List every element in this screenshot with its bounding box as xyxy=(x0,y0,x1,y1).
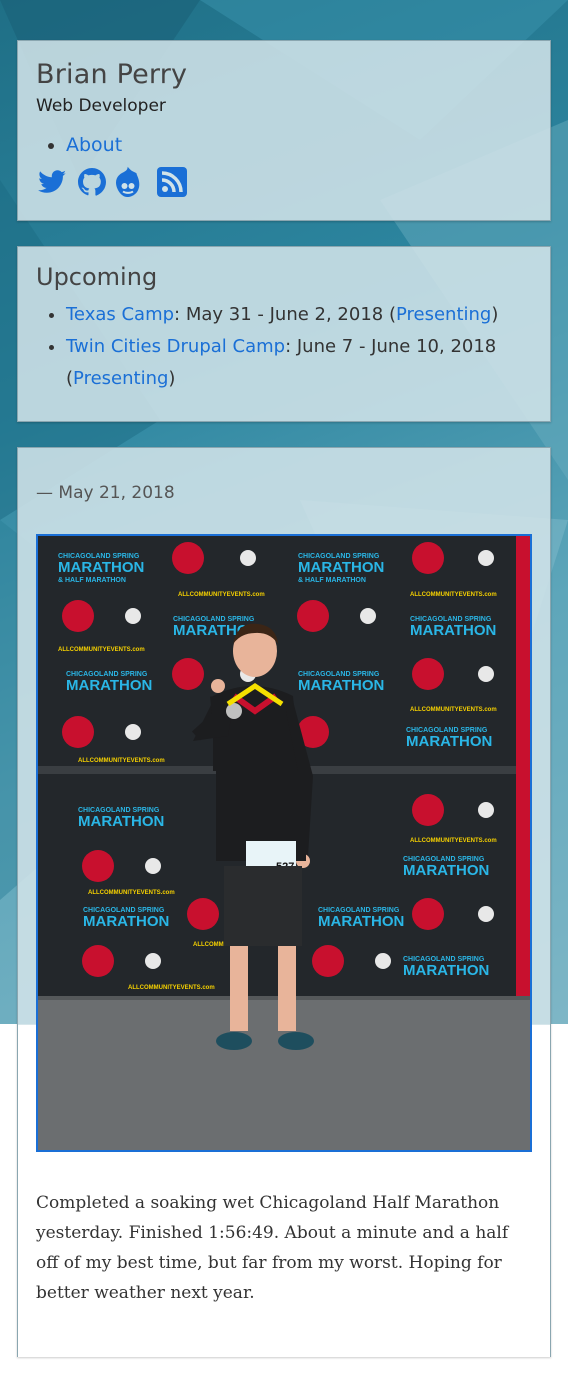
banner-text-line3: & HALF MARATHON xyxy=(58,577,126,584)
site-header: Brian Perry Web Developer About xyxy=(17,40,551,221)
banner-text-line2: MARATHON xyxy=(78,813,164,830)
social-links xyxy=(36,166,532,198)
upcoming-list: Texas Camp: May 31 - June 2, 2018 (Prese… xyxy=(36,299,532,395)
banner-text-line2: MARATHON xyxy=(403,962,489,979)
banner-site-text: ALLCOMMUNITYEVENTS.com xyxy=(58,647,145,653)
post-date[interactable]: — May 21, 2018 xyxy=(36,483,175,503)
banner-text-line3: & HALF MARATHON xyxy=(298,577,366,584)
github-icon[interactable] xyxy=(76,166,108,198)
post-body: Completed a soaking wet Chicagoland Half… xyxy=(36,1193,509,1303)
presenting-link[interactable]: Presenting xyxy=(73,368,168,389)
post-card: — May 21, 2018 CHICAGOLAND SPRING MARATH… xyxy=(17,447,551,1357)
banner-text-line2: MARATHON xyxy=(83,913,169,930)
event-dates: : May 31 - June 2, 2018 ( xyxy=(174,304,396,325)
banner-site-text: ALLCOMMUNITYEVENTS.com xyxy=(410,592,497,598)
banner-site-text: ALLCOMMUNITYEVENTS.com xyxy=(128,985,215,991)
event-close: ) xyxy=(168,368,176,389)
twitter-icon[interactable] xyxy=(36,166,68,198)
banner-site-text: ALLCOMMUNITYEVENTS.com xyxy=(88,890,175,896)
banner-text-line2: MARATHON xyxy=(66,677,152,694)
upcoming-block: Upcoming Texas Camp: May 31 - June 2, 20… xyxy=(17,246,551,422)
presenting-link[interactable]: Presenting xyxy=(396,304,491,325)
banner-text-line2: MARATHON xyxy=(410,622,496,639)
nav-item-about: About xyxy=(66,134,532,156)
site-slogan: Web Developer xyxy=(36,96,166,116)
site-name[interactable]: Brian Perry xyxy=(36,59,532,90)
banner-text-line2: MARATHON xyxy=(406,733,492,750)
rss-icon[interactable] xyxy=(156,166,188,198)
banner-site-text: ALLCOMMUNITYEVENTS.com xyxy=(410,707,497,713)
banner-site-text: ALLCOMMUNITYEVENTS.com xyxy=(178,592,265,598)
post-photo[interactable]: CHICAGOLAND SPRING MARATHON & HALF MARAT… xyxy=(36,534,532,1152)
event-link[interactable]: Texas Camp xyxy=(66,304,174,325)
banner-site-text: ALLCOMMUNITYEVENTS.com xyxy=(410,838,497,844)
list-item: Twin Cities Drupal Camp: June 7 - June 1… xyxy=(66,331,532,395)
drupal-icon[interactable] xyxy=(116,166,148,198)
banner-site-text: ALLCOMMUNITYEVENTS.com xyxy=(78,758,165,764)
banner-text-line2: MARATHON xyxy=(403,862,489,879)
banner-text-line2: MARATHON xyxy=(318,913,404,930)
main-nav: About xyxy=(36,134,532,156)
upcoming-title: Upcoming xyxy=(36,263,158,291)
about-link[interactable]: About xyxy=(66,134,122,156)
banner-text-line2: MARATHON xyxy=(298,677,384,694)
event-link[interactable]: Twin Cities Drupal Camp xyxy=(66,336,285,357)
banner-text-line2: MARATHON xyxy=(298,559,384,576)
banner-text-line2: MARATHON xyxy=(58,559,144,576)
event-close: ) xyxy=(491,304,499,325)
list-item: Texas Camp: May 31 - June 2, 2018 (Prese… xyxy=(66,299,532,331)
